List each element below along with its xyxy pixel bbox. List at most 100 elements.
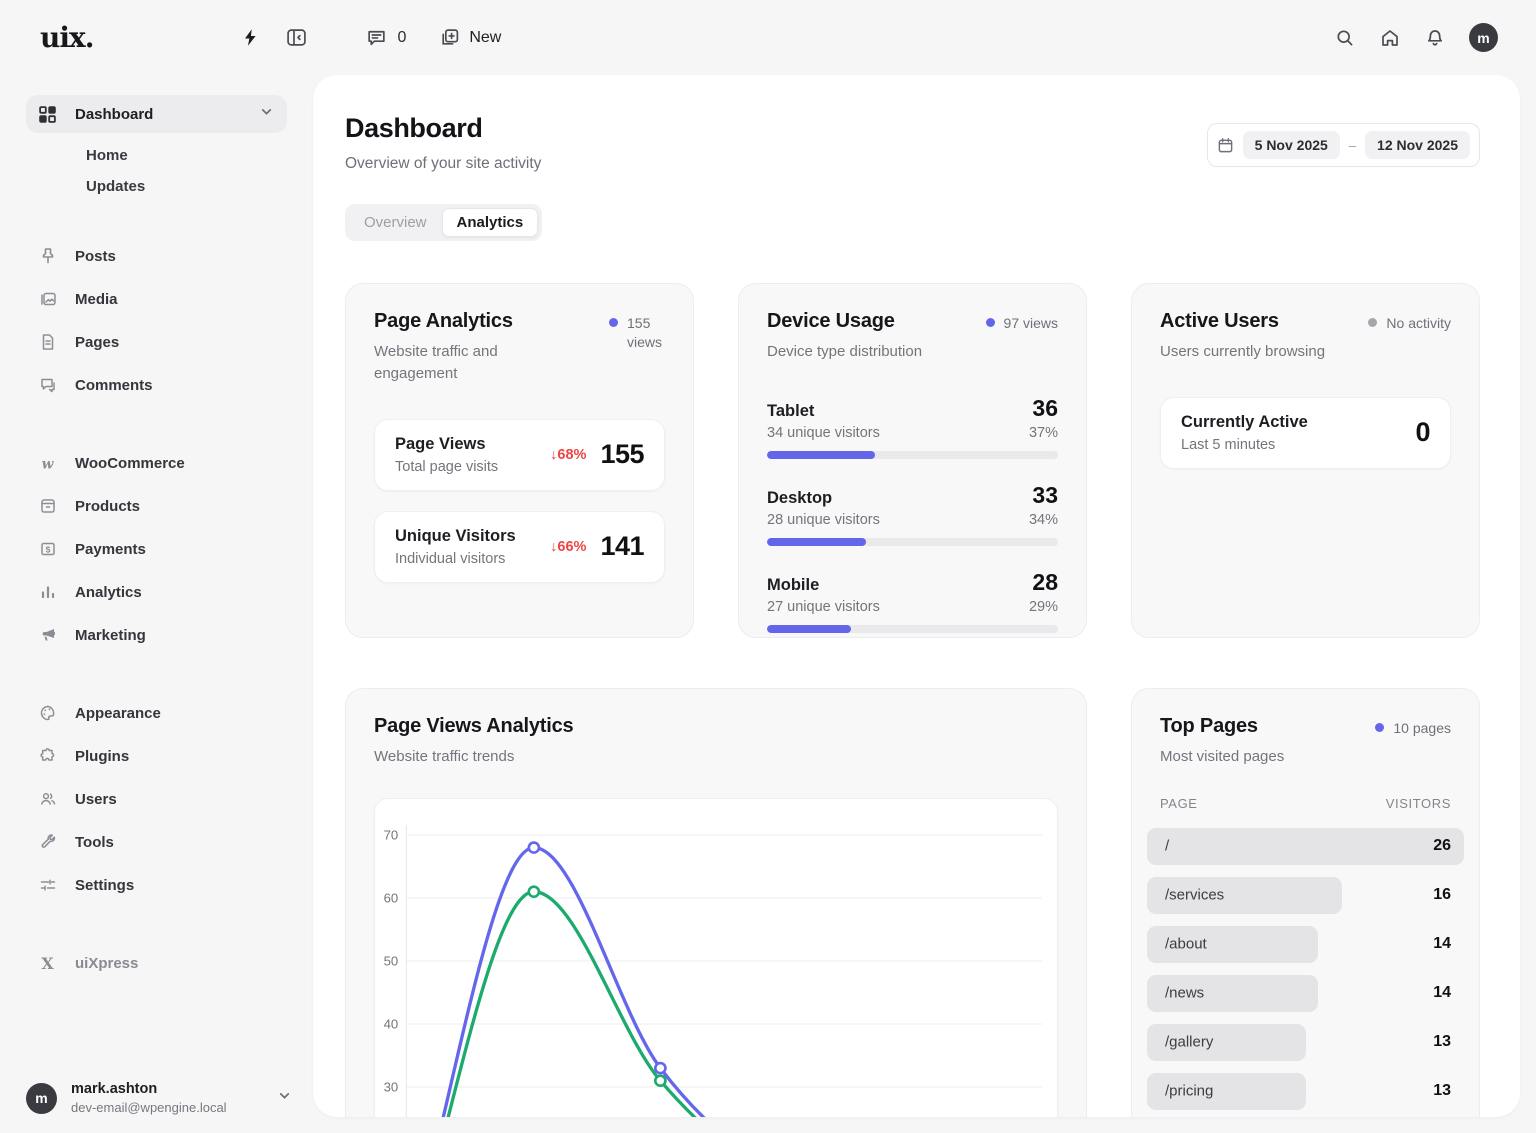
sidebar-user-menu[interactable]: m mark.ashton dev-email@wpengine.local [26, 1081, 291, 1115]
progress-fill [767, 451, 875, 459]
collapse-sidebar-icon[interactable] [285, 27, 307, 49]
chart-subtitle: Website traffic trends [374, 746, 573, 768]
trend-down-badge: ↓66% [550, 539, 586, 555]
user-name: mark.ashton [71, 1081, 278, 1097]
metric-value: 0 [1415, 417, 1430, 448]
device-percent: 37% [1029, 425, 1058, 441]
sidebar-item-posts[interactable]: Posts [26, 239, 287, 273]
device-usage-card: Device Usage Device type distribution 97… [738, 283, 1087, 638]
main-panel: Dashboard Overview of your site activity… [313, 75, 1520, 1117]
active-users-card: Active Users Users currently browsing No… [1131, 283, 1480, 638]
accent-dot-icon [609, 318, 618, 327]
bar-chart-icon [38, 583, 57, 602]
device-row: Desktop3328 unique visitors34% [767, 482, 1058, 546]
device-description: 34 unique visitors [767, 425, 880, 441]
device-name: Mobile [767, 576, 819, 595]
accent-dot-icon [1375, 723, 1384, 732]
payments-dollar-icon: $ [38, 540, 57, 559]
sidebar-item-settings[interactable]: Settings [26, 868, 287, 902]
tab-analytics[interactable]: Analytics [442, 208, 539, 237]
sidebar-item-uixpress[interactable]: X uiXpress [26, 946, 287, 980]
search-icon[interactable] [1334, 27, 1356, 49]
sidebar-item-comments[interactable]: Comments [26, 368, 287, 402]
page-path: /pricing [1165, 1083, 1213, 1100]
sidebar-item-appearance[interactable]: Appearance [26, 696, 287, 730]
trend-down-badge: ↓68% [550, 447, 586, 463]
progress-fill [767, 538, 866, 546]
user-email: dev-email@wpengine.local [71, 1100, 278, 1115]
page-title: Dashboard [345, 113, 541, 144]
quick-actions-bolt-icon[interactable] [239, 27, 261, 49]
comments-counter[interactable]: 0 [365, 27, 406, 49]
palette-icon [38, 704, 57, 723]
svg-text:$: $ [45, 544, 50, 554]
metric-value: 141 [600, 531, 644, 562]
sidebar-subitem-updates[interactable]: Updates [86, 178, 287, 195]
new-button-label: New [469, 29, 501, 47]
card-subtitle: Device type distribution [767, 341, 922, 363]
card-subtitle: Website traffic and engagement [374, 341, 564, 385]
sidebar-item-pages[interactable]: Pages [26, 325, 287, 359]
device-list: Tablet3634 unique visitors37%Desktop3328… [767, 395, 1058, 633]
page-visitors: 14 [1433, 984, 1451, 1002]
sidebar: Dashboard Home Updates Posts Media Pages [0, 75, 313, 1133]
date-from[interactable]: 5 Nov 2025 [1243, 131, 1340, 159]
comment-bubble-icon [365, 27, 387, 49]
tab-overview[interactable]: Overview [349, 208, 442, 237]
uixpress-x-icon: X [38, 954, 57, 973]
wrench-icon [38, 833, 57, 852]
svg-text:w: w [42, 456, 55, 472]
page-bar [1147, 828, 1464, 865]
page-analytics-card: Page Analytics Website traffic and engag… [345, 283, 694, 638]
date-range-picker[interactable]: 5 Nov 2025 – 12 Nov 2025 [1207, 123, 1480, 167]
progress-track [767, 625, 1058, 633]
home-icon[interactable] [1379, 27, 1401, 49]
product-box-icon [38, 497, 57, 516]
pages-badge: 10 pages [1375, 715, 1451, 768]
calendar-icon [1217, 137, 1234, 154]
user-avatar[interactable]: m [1469, 23, 1498, 52]
page-path: / [1165, 838, 1169, 855]
progress-track [767, 538, 1058, 546]
top-page-row: /pricing13 [1147, 1073, 1464, 1110]
sidebar-item-dashboard[interactable]: Dashboard [26, 95, 287, 133]
top-page-row: /about14 [1147, 926, 1464, 963]
device-name: Tablet [767, 402, 814, 421]
device-percent: 29% [1029, 599, 1058, 615]
card-title: Device Usage [767, 310, 922, 333]
chart-title: Page Views Analytics [374, 715, 573, 738]
media-image-icon [38, 290, 57, 309]
notifications-bell-icon[interactable] [1424, 27, 1446, 49]
sidebar-item-tools[interactable]: Tools [26, 825, 287, 859]
pin-icon [38, 247, 57, 266]
sidebar-item-products[interactable]: Products [26, 489, 287, 523]
card-title: Page Analytics [374, 310, 564, 333]
puzzle-icon [38, 747, 57, 766]
sidebar-item-analytics[interactable]: Analytics [26, 575, 287, 609]
sidebar-subitem-home[interactable]: Home [86, 147, 287, 164]
sidebar-item-plugins[interactable]: Plugins [26, 739, 287, 773]
page-path: /gallery [1165, 1034, 1213, 1051]
device-row: Tablet3634 unique visitors37% [767, 395, 1058, 459]
views-badge: 155 views [609, 310, 665, 385]
top-page-row: /gallery13 [1147, 1024, 1464, 1061]
topbar: uix. 0 New m [0, 0, 1536, 75]
users-people-icon [38, 790, 57, 809]
sidebar-item-payments[interactable]: $ Payments [26, 532, 287, 566]
page-subtitle: Overview of your site activity [345, 155, 541, 173]
sidebar-item-users[interactable]: Users [26, 782, 287, 816]
sidebar-item-media[interactable]: Media [26, 282, 287, 316]
device-percent: 34% [1029, 512, 1058, 528]
progress-track [767, 451, 1058, 459]
activity-badge: No activity [1368, 310, 1451, 363]
page-views-analytics-card: Page Views Analytics Website traffic tre… [345, 688, 1087, 1117]
svg-text:40: 40 [384, 1016, 399, 1031]
sidebar-item-label: Dashboard [75, 106, 260, 123]
sidebar-item-marketing[interactable]: Marketing [26, 618, 287, 652]
new-content-button[interactable]: New [438, 27, 501, 49]
sidebar-item-woocommerce[interactable]: w WooCommerce [26, 446, 287, 480]
date-to[interactable]: 12 Nov 2025 [1365, 131, 1470, 159]
page-visitors: 16 [1433, 886, 1451, 904]
page-path: /services [1165, 887, 1224, 904]
top-pages-card: Top Pages Most visited pages 10 pages PA… [1131, 688, 1480, 1117]
